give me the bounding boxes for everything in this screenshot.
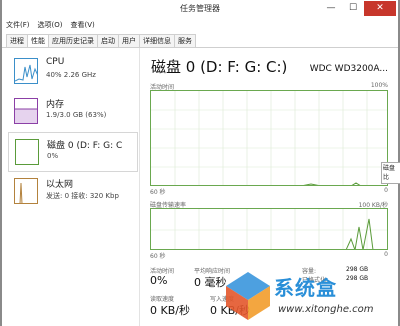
tab-app-history[interactable]: 应用历史记录: [48, 34, 98, 47]
menu-bar: 文件(F) 选项(O) 查看(V): [6, 20, 95, 32]
activity-time-stat-value: 0%: [150, 274, 168, 287]
window-controls: — ☐ ✕: [320, 1, 396, 16]
resource-disk-detail: 0%: [47, 152, 59, 160]
resource-disk-label: 磁盘 0 (D: F: G: C: [47, 141, 123, 151]
tab-startup[interactable]: 启动: [97, 34, 119, 47]
avg-response-value: 0 毫秒: [194, 276, 227, 289]
tab-users[interactable]: 用户: [118, 34, 140, 47]
activity-time-axis-right: 0: [384, 187, 388, 194]
menu-file[interactable]: 文件(F): [6, 20, 30, 32]
graph-tooltip: 磁盘 比: [381, 162, 400, 184]
watermark-logo-icon: [226, 272, 270, 320]
menu-view[interactable]: 查看(V): [70, 20, 94, 32]
task-manager-window: 任务管理器 — ☐ ✕ 文件(F) 选项(O) 查看(V) 进程 性能 应用历史…: [0, 0, 400, 326]
disk-model: WDC WD3200A...: [309, 64, 388, 74]
close-button[interactable]: ✕: [364, 1, 396, 16]
watermark-url: www.xitonghe.com: [278, 304, 374, 315]
site-watermark: 系统盒 www.xitonghe.com: [224, 268, 400, 326]
resource-ethernet[interactable]: 以太网 发送: 0 接收: 320 Kbp: [8, 172, 138, 212]
resource-memory-detail: 1.9/3.0 GB (63%): [46, 111, 107, 119]
resource-cpu[interactable]: CPU 40% 2.26 GHz: [8, 52, 138, 92]
activity-time-graph: [150, 90, 388, 186]
activity-time-axis-left: 60 秒: [150, 189, 166, 196]
transfer-rate-graph: [150, 208, 388, 250]
resource-memory-label: 内存: [46, 100, 65, 110]
transfer-time-axis-left: 60 秒: [150, 253, 166, 260]
transfer-time-axis-right: 0: [384, 251, 388, 258]
resource-memory[interactable]: 内存 1.9/3.0 GB (63%): [8, 92, 138, 132]
cpu-thumbnail-graph: [14, 58, 38, 84]
read-speed-value: 0 KB/秒: [150, 304, 190, 317]
resource-cpu-label: CPU: [46, 57, 65, 67]
resource-cpu-detail: 40% 2.26 GHz: [46, 71, 96, 79]
tab-performance[interactable]: 性能: [27, 34, 49, 48]
tab-services[interactable]: 服务: [174, 34, 196, 47]
minimize-button[interactable]: —: [320, 1, 342, 16]
resource-ethernet-detail: 发送: 0 接收: 320 Kbp: [46, 192, 119, 200]
maximize-button[interactable]: ☐: [342, 1, 364, 16]
tab-details[interactable]: 详细信息: [139, 34, 175, 47]
ethernet-thumbnail-graph: [14, 178, 38, 204]
memory-thumbnail-graph: [14, 98, 38, 124]
resource-list: CPU 40% 2.26 GHz 内存 1.9/3.0 GB (63%) 磁盘 …: [4, 48, 140, 326]
title-bar[interactable]: 任务管理器 — ☐ ✕: [2, 0, 398, 19]
menu-options[interactable]: 选项(O): [38, 20, 63, 32]
disk-title: 磁盘 0 (D: F: G: C:): [151, 58, 288, 76]
tab-processes[interactable]: 进程: [6, 34, 28, 47]
resource-disk-0[interactable]: 磁盘 0 (D: F: G: C 0%: [8, 132, 138, 172]
watermark-text: 系统盒: [274, 276, 337, 300]
resource-ethernet-label: 以太网: [46, 180, 74, 190]
activity-graph-max: 100%: [370, 82, 388, 89]
disk-thumbnail-graph: [15, 139, 39, 165]
tab-bar: 进程 性能 应用历史记录 启动 用户 详细信息 服务: [6, 34, 196, 48]
